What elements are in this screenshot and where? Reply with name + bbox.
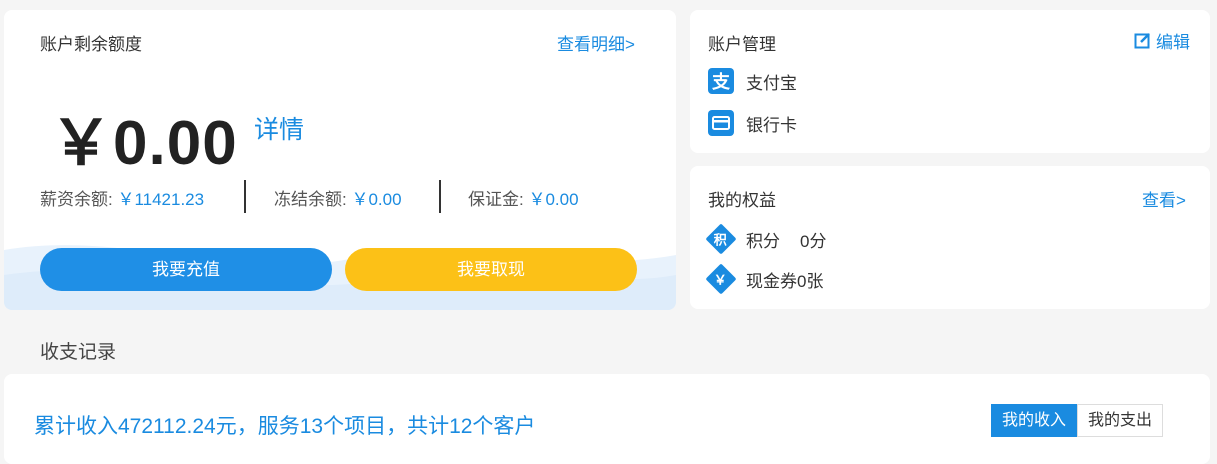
- records-summary: 累计收入472112.24元，服务13个项目，共计12个客户: [34, 415, 536, 438]
- recharge-button[interactable]: 我要充值: [40, 248, 332, 291]
- divider: [439, 180, 441, 213]
- alipay-icon: 支: [708, 68, 734, 94]
- coupon-row: ￥ 现金券 0张: [705, 263, 824, 295]
- frozen-value: ￥0.00: [351, 190, 402, 209]
- frozen-balance: 冻结余额: ￥0.00: [274, 185, 402, 210]
- frozen-label: 冻结余额:: [274, 190, 352, 209]
- payment-method-bank-card[interactable]: 银行卡: [708, 110, 797, 136]
- records-title: 收支记录: [40, 342, 117, 363]
- salary-label: 薪资余额:: [40, 190, 118, 209]
- edit-label: 编辑: [1156, 33, 1190, 52]
- points-row: 积 积分 0分: [705, 223, 827, 255]
- bank-card-icon: [708, 110, 734, 136]
- points-label: 积分: [746, 231, 780, 251]
- detail-link[interactable]: 详情: [254, 110, 304, 146]
- coupon-label: 现金券: [746, 271, 797, 291]
- tab-expense[interactable]: 我的支出: [1077, 404, 1164, 437]
- salary-balance: 薪资余额: ￥11421.23: [40, 185, 204, 210]
- rights-view-link[interactable]: 查看>: [1142, 186, 1186, 211]
- salary-value: ￥11421.23: [117, 190, 205, 209]
- payment-method-alipay[interactable]: 支 支付宝: [708, 68, 797, 94]
- rights-title: 我的权益: [708, 191, 776, 210]
- account-title: 账户管理: [708, 35, 776, 54]
- edit-icon: [1134, 33, 1150, 49]
- tab-income[interactable]: 我的收入: [991, 404, 1078, 437]
- records-card: 累计收入472112.24元，服务13个项目，共计12个客户 我的收入 我的支出: [4, 374, 1210, 464]
- records-tabs: 我的收入 我的支出: [991, 404, 1164, 437]
- rights-card: 我的权益 查看> 积 积分 0分 ￥ 现金券 0张: [690, 166, 1210, 309]
- points-value: 0分: [800, 231, 827, 251]
- deposit-value: ￥0.00: [528, 190, 579, 209]
- points-icon: 积: [705, 223, 737, 255]
- view-detail-link[interactable]: 查看明细>: [557, 30, 635, 55]
- withdraw-button[interactable]: 我要取现: [345, 248, 637, 291]
- deposit-balance: 保证金: ￥0.00: [468, 185, 579, 210]
- edit-link[interactable]: 编辑: [1134, 28, 1190, 53]
- bank-card-label: 银行卡: [746, 115, 797, 135]
- account-management-card: 账户管理 编辑 支 支付宝 银行卡: [690, 10, 1210, 153]
- divider: [244, 180, 246, 213]
- alipay-label: 支付宝: [746, 73, 797, 93]
- coupon-icon: ￥: [705, 263, 737, 295]
- coupon-value: 0张: [797, 271, 824, 291]
- balance-title: 账户剩余额度: [40, 35, 142, 54]
- deposit-label: 保证金:: [468, 190, 529, 209]
- balance-amount: ￥0.00: [50, 109, 238, 178]
- balance-card: 账户剩余额度 查看明细> ￥0.00 详情 薪资余额: ￥11421.23 冻结…: [4, 10, 676, 310]
